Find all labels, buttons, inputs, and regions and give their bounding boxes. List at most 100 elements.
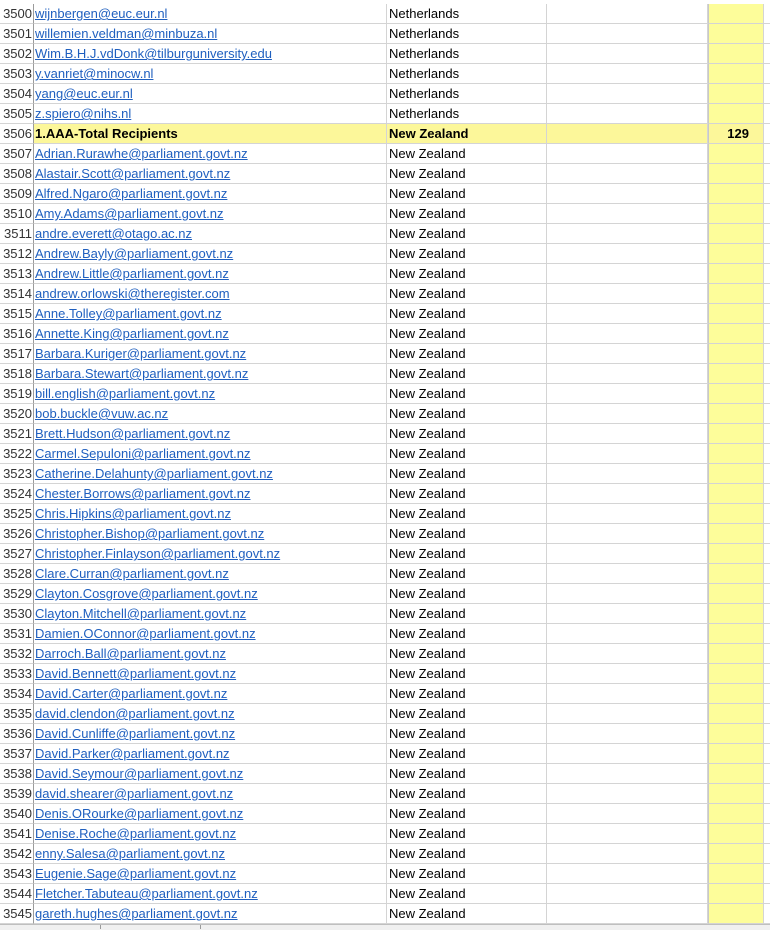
row-number-header[interactable]: 3524: [0, 484, 34, 504]
email-hyperlink[interactable]: Chester.Borrows@parliament.govt.nz: [35, 486, 251, 501]
cell-count-highlighted[interactable]: [708, 684, 764, 704]
cell-country[interactable]: New Zealand: [387, 524, 547, 544]
row-number-header[interactable]: 3521: [0, 424, 34, 444]
cell-country[interactable]: New Zealand: [387, 364, 547, 384]
cell-count-highlighted[interactable]: [708, 824, 764, 844]
row-number-header[interactable]: 3544: [0, 884, 34, 904]
cell-partial[interactable]: [764, 684, 770, 704]
row-number-header[interactable]: 3512: [0, 244, 34, 264]
cell-count-highlighted[interactable]: [708, 204, 764, 224]
cell-count-highlighted[interactable]: [708, 424, 764, 444]
cell-country[interactable]: Netherlands: [387, 44, 547, 64]
email-hyperlink[interactable]: gareth.hughes@parliament.govt.nz: [35, 906, 238, 921]
cell-email[interactable]: Barbara.Kuriger@parliament.govt.nz: [34, 344, 387, 364]
cell-empty[interactable]: [547, 284, 708, 304]
email-hyperlink[interactable]: andrew.orlowski@theregister.com: [35, 286, 230, 301]
email-hyperlink[interactable]: Andrew.Bayly@parliament.govt.nz: [35, 246, 233, 261]
cell-count-highlighted[interactable]: [708, 624, 764, 644]
cell-count-highlighted[interactable]: [708, 444, 764, 464]
cell-partial[interactable]: [764, 724, 770, 744]
cell-count-highlighted[interactable]: [708, 784, 764, 804]
cell-email[interactable]: Alfred.Ngaro@parliament.govt.nz: [34, 184, 387, 204]
cell-partial[interactable]: [764, 644, 770, 664]
cell-country[interactable]: New Zealand: [387, 404, 547, 424]
cell-empty[interactable]: [547, 84, 708, 104]
cell-email[interactable]: Chester.Borrows@parliament.govt.nz: [34, 484, 387, 504]
row-number-header[interactable]: 3538: [0, 764, 34, 784]
cell-partial[interactable]: [764, 524, 770, 544]
email-hyperlink[interactable]: Eugenie.Sage@parliament.govt.nz: [35, 866, 236, 881]
cell-count-highlighted[interactable]: [708, 304, 764, 324]
cell-empty[interactable]: [547, 904, 708, 924]
cell-country[interactable]: Netherlands: [387, 24, 547, 44]
cell-country[interactable]: New Zealand: [387, 644, 547, 664]
cell-email[interactable]: yang@euc.eur.nl: [34, 84, 387, 104]
row-number-header[interactable]: 3525: [0, 504, 34, 524]
email-hyperlink[interactable]: Alastair.Scott@parliament.govt.nz: [35, 166, 230, 181]
row-number-header[interactable]: 3503: [0, 64, 34, 84]
cell-country[interactable]: New Zealand: [387, 624, 547, 644]
row-number-header[interactable]: 3517: [0, 344, 34, 364]
cell-count-highlighted[interactable]: [708, 524, 764, 544]
cell-empty[interactable]: [547, 484, 708, 504]
cell-empty[interactable]: [547, 124, 708, 144]
cell-partial[interactable]: [764, 344, 770, 364]
cell-partial[interactable]: [764, 404, 770, 424]
cell-country[interactable]: New Zealand: [387, 444, 547, 464]
cell-empty[interactable]: [547, 524, 708, 544]
cell-email[interactable]: Wim.B.H.J.vdDonk@tilburguniversity.edu: [34, 44, 387, 64]
email-hyperlink[interactable]: Carmel.Sepuloni@parliament.govt.nz: [35, 446, 251, 461]
email-hyperlink[interactable]: Clayton.Mitchell@parliament.govt.nz: [35, 606, 246, 621]
cell-email[interactable]: David.Cunliffe@parliament.govt.nz: [34, 724, 387, 744]
cell-partial[interactable]: [764, 764, 770, 784]
cell-email[interactable]: Eugenie.Sage@parliament.govt.nz: [34, 864, 387, 884]
cell-email[interactable]: David.Carter@parliament.govt.nz: [34, 684, 387, 704]
cell-empty[interactable]: [547, 824, 708, 844]
cell-empty[interactable]: [547, 44, 708, 64]
cell-empty[interactable]: [547, 724, 708, 744]
cell-count-highlighted[interactable]: [708, 804, 764, 824]
cell-country[interactable]: New Zealand: [387, 504, 547, 524]
email-hyperlink[interactable]: Annette.King@parliament.govt.nz: [35, 326, 229, 341]
row-number-header[interactable]: 3506: [0, 124, 34, 144]
row-number-header[interactable]: 3536: [0, 724, 34, 744]
cell-partial[interactable]: [764, 664, 770, 684]
cell-email[interactable]: bob.buckle@vuw.ac.nz: [34, 404, 387, 424]
cell-partial[interactable]: [764, 484, 770, 504]
row-number-header[interactable]: 3541: [0, 824, 34, 844]
email-hyperlink[interactable]: Barbara.Kuriger@parliament.govt.nz: [35, 346, 246, 361]
cell-country[interactable]: New Zealand: [387, 184, 547, 204]
cell-partial[interactable]: [764, 564, 770, 584]
cell-country[interactable]: Netherlands: [387, 84, 547, 104]
email-hyperlink[interactable]: Clayton.Cosgrove@parliament.govt.nz: [35, 586, 258, 601]
cell-partial[interactable]: [764, 364, 770, 384]
cell-email[interactable]: Clayton.Mitchell@parliament.govt.nz: [34, 604, 387, 624]
cell-country[interactable]: New Zealand: [387, 384, 547, 404]
cell-email[interactable]: z.spiero@nihs.nl: [34, 104, 387, 124]
email-hyperlink[interactable]: Amy.Adams@parliament.govt.nz: [35, 206, 224, 221]
cell-empty[interactable]: [547, 664, 708, 684]
email-hyperlink[interactable]: David.Parker@parliament.govt.nz: [35, 746, 230, 761]
cell-email[interactable]: Clare.Curran@parliament.govt.nz: [34, 564, 387, 584]
cell-count-highlighted[interactable]: [708, 464, 764, 484]
email-hyperlink[interactable]: David.Cunliffe@parliament.govt.nz: [35, 726, 235, 741]
cell-country[interactable]: New Zealand: [387, 764, 547, 784]
cell-partial[interactable]: [764, 104, 770, 124]
row-number-header[interactable]: 3502: [0, 44, 34, 64]
row-number-header[interactable]: 3543: [0, 864, 34, 884]
cell-count-highlighted[interactable]: [708, 704, 764, 724]
cell-count-highlighted[interactable]: [708, 544, 764, 564]
cell-partial[interactable]: [764, 504, 770, 524]
email-hyperlink[interactable]: David.Bennett@parliament.govt.nz: [35, 666, 236, 681]
cell-email[interactable]: bill.english@parliament.govt.nz: [34, 384, 387, 404]
cell-partial[interactable]: [764, 124, 770, 144]
cell-count-highlighted[interactable]: 129: [708, 124, 764, 144]
email-hyperlink[interactable]: wijnbergen@euc.eur.nl: [35, 6, 167, 21]
cell-partial[interactable]: [764, 624, 770, 644]
row-number-header[interactable]: 3535: [0, 704, 34, 724]
row-number-header[interactable]: 3533: [0, 664, 34, 684]
cell-email[interactable]: andre.everett@otago.ac.nz: [34, 224, 387, 244]
email-hyperlink[interactable]: Fletcher.Tabuteau@parliament.govt.nz: [35, 886, 258, 901]
row-number-header[interactable]: 3527: [0, 544, 34, 564]
cell-empty[interactable]: [547, 744, 708, 764]
